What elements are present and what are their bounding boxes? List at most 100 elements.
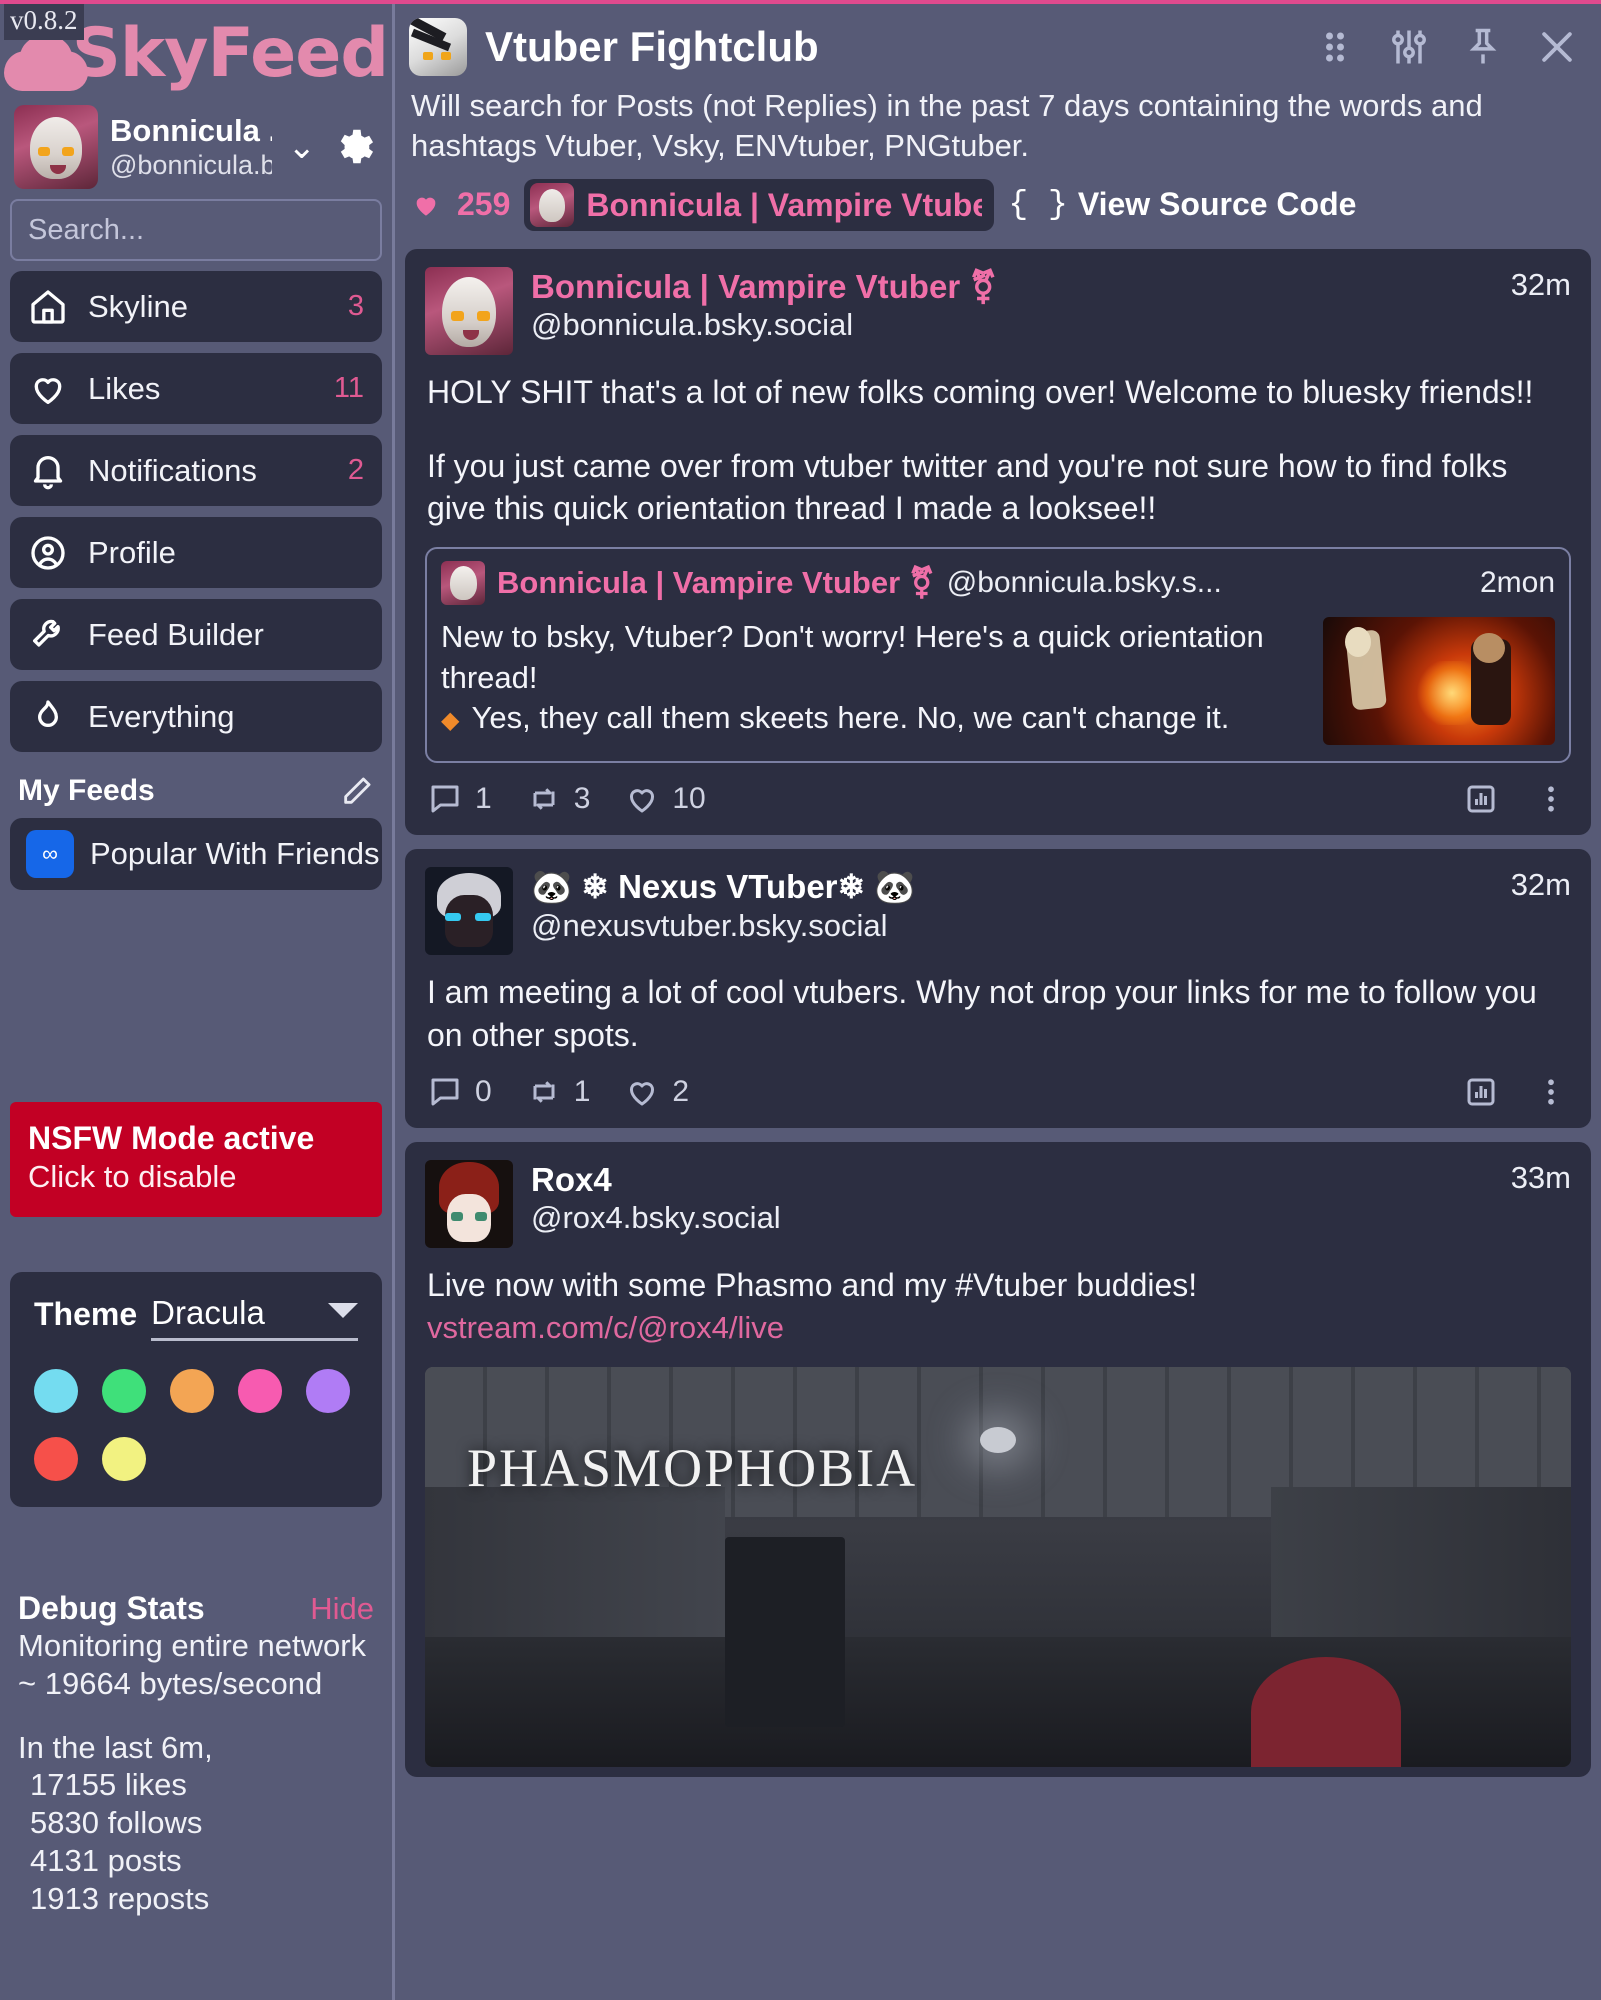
column-header: Vtuber Fightclub Will search for Posts (…	[395, 4, 1601, 249]
debug-line-bytes: ~ 19664 bytes/second	[18, 1665, 323, 1701]
comment-icon	[431, 1078, 459, 1106]
sidebar-item-profile[interactable]: Profile	[10, 517, 382, 588]
reply-button[interactable]: 1	[427, 781, 492, 817]
sidebar-item-feed-builder[interactable]: Feed Builder	[10, 599, 382, 670]
quoted-post[interactable]: Bonnicula | Vampire Vtuber ⚧ @bonnicula.…	[425, 547, 1571, 764]
nsfw-mode-banner[interactable]: NSFW Mode active Click to disable	[10, 1102, 382, 1217]
post-actions: 0 1 2	[425, 1056, 1571, 1118]
accent-top-bar	[0, 0, 1601, 4]
repost-icon	[533, 1080, 555, 1103]
like-count: 10	[672, 782, 706, 816]
avatar[interactable]	[425, 266, 513, 355]
post-author-handle: @bonnicula.bsky.social	[531, 307, 854, 343]
like-button[interactable]: 2	[624, 1074, 689, 1110]
post-timestamp: 33m	[1510, 1159, 1571, 1195]
post-author-handle: @rox4.bsky.social	[531, 1200, 781, 1236]
heart-icon	[630, 789, 655, 813]
column-like-count: 259	[457, 186, 511, 223]
repost-button[interactable]: 1	[526, 1074, 590, 1110]
chevron-down-icon[interactable]: ⌄	[284, 130, 321, 164]
bell-icon	[33, 455, 63, 489]
sidebar-item-count: 2	[347, 454, 364, 486]
account-switcher[interactable]: Bonnicula ... @bonnicula.b... ⌄	[0, 99, 392, 199]
like-button[interactable]: 10	[624, 781, 706, 817]
debug-stats-title: Debug Stats	[18, 1590, 205, 1626]
sidebar-nav: Skyline 3 Likes 11 Notifications 2 Profi…	[0, 261, 392, 752]
nsfw-subtitle: Click to disable	[28, 1159, 237, 1194]
post-image-caption: PHASMOPHOBIA	[467, 1437, 918, 1498]
sidebar-item-everything[interactable]: Everything	[10, 681, 382, 752]
theme-swatch-1[interactable]	[102, 1369, 146, 1413]
close-icon[interactable]	[1535, 25, 1579, 69]
avatar[interactable]	[425, 1159, 513, 1248]
quoted-post-thumbnail[interactable]	[1323, 617, 1555, 746]
debug-stat-follows: 5830 follows	[30, 1805, 203, 1841]
column-avatar-icon	[409, 18, 467, 76]
reply-button[interactable]: 0	[427, 1074, 492, 1110]
post-item[interactable]: Rox4 @rox4.bsky.social 33m Live now with…	[405, 1141, 1591, 1777]
sidebar-item-skyline[interactable]: Skyline 3	[10, 271, 382, 342]
account-names: Bonnicula ... @bonnicula.b...	[110, 113, 272, 181]
post-author-name[interactable]: Bonnicula | Vampire Vtuber ⚧	[531, 267, 1483, 307]
column-author-chip[interactable]: Bonnicula | Vampire Vtuber ⚧...	[524, 178, 995, 231]
home-icon	[31, 289, 65, 324]
skyfeed-app: v0.8.2 SkyFeed Bonnicula ... @bonnicula.…	[0, 0, 1601, 2000]
repost-count: 3	[573, 782, 591, 816]
theme-swatch-2[interactable]	[170, 1369, 214, 1413]
brand-name: SkyFeed	[71, 14, 389, 93]
column-description: Will search for Posts (not Replies) in t…	[411, 88, 1483, 164]
post-body: I am meeting a lot of cool vtubers. Why …	[425, 955, 1571, 1055]
repost-button[interactable]: 3	[526, 781, 591, 817]
post-timestamp: 32m	[1510, 266, 1571, 302]
sidebar-item-label: Likes	[88, 370, 161, 406]
pin-icon[interactable]	[1461, 25, 1505, 69]
debug-hide-button[interactable]: Hide	[310, 1591, 374, 1627]
theme-label: Theme	[34, 1296, 138, 1332]
theme-selected-value: Dracula	[151, 1294, 265, 1331]
post-paragraph: I am meeting a lot of cool vtubers. Why …	[427, 974, 1537, 1053]
sidebar-item-label: Profile	[88, 534, 176, 570]
theme-swatch-4[interactable]	[306, 1369, 350, 1413]
post-author-name[interactable]: 🐼 ❄ Nexus VTuber❄ 🐼	[531, 867, 1483, 907]
feed-avatar-icon: ∞	[26, 830, 74, 878]
more-vertical-icon[interactable]	[1533, 1074, 1569, 1110]
post-paragraph: If you just came over from vtuber twitte…	[427, 447, 1508, 527]
avatar[interactable]	[425, 867, 513, 956]
gear-icon[interactable]	[332, 124, 378, 170]
cloud-icon	[3, 34, 88, 91]
version-badge: v0.8.2	[4, 4, 84, 40]
post-image[interactable]: PHASMOPHOBIA	[425, 1366, 1571, 1767]
sidebar-item-likes[interactable]: Likes 11	[10, 353, 382, 424]
theme-swatch-3[interactable]	[238, 1369, 282, 1413]
theme-swatch-0[interactable]	[34, 1369, 78, 1413]
quoted-author-name: Bonnicula | Vampire Vtuber ⚧	[497, 565, 935, 601]
sidebar-item-label: Skyline	[88, 288, 188, 324]
theme-swatch-list	[34, 1369, 358, 1481]
theme-swatch-5[interactable]	[34, 1437, 78, 1481]
pencil-icon[interactable]	[340, 774, 374, 808]
search-input[interactable]	[10, 199, 382, 261]
view-source-code-button[interactable]: { } View Source Code	[1008, 186, 1356, 223]
avatar	[530, 182, 575, 227]
quoted-paragraph-2: Yes, they call them skeets here. No, we …	[471, 699, 1230, 735]
repost-icon	[533, 788, 555, 811]
bar-chart-icon[interactable]	[1463, 781, 1499, 817]
theme-swatch-6[interactable]	[102, 1437, 146, 1481]
post-link[interactable]: vstream.com/c/@rox4/live	[427, 1306, 1569, 1349]
column-author-name: Bonnicula | Vampire Vtuber ⚧...	[586, 186, 982, 223]
theme-select[interactable]: Dracula	[151, 1294, 358, 1341]
sliders-icon[interactable]	[1387, 25, 1431, 69]
post-item[interactable]: Bonnicula | Vampire Vtuber ⚧ @bonnicula.…	[405, 248, 1591, 836]
post-item[interactable]: 🐼 ❄ Nexus VTuber❄ 🐼 @nexusvtuber.bsky.so…	[405, 849, 1591, 1128]
braces-icon: { }	[1008, 186, 1068, 224]
drag-handle-icon[interactable]	[1313, 25, 1357, 69]
quoted-timestamp: 2mon	[1479, 566, 1555, 600]
post-author-name[interactable]: Rox4	[531, 1160, 1483, 1200]
list-item[interactable]: ∞ Popular With Friends	[10, 818, 382, 890]
theme-card: Theme Dracula	[10, 1272, 382, 1507]
sidebar-item-notifications[interactable]: Notifications 2	[10, 435, 382, 506]
quoted-body: New to bsky, Vtuber? Don't worry! Here's…	[441, 617, 1307, 745]
more-vertical-icon[interactable]	[1533, 781, 1569, 817]
page-title: Vtuber Fightclub	[485, 23, 819, 70]
bar-chart-icon[interactable]	[1463, 1074, 1499, 1110]
